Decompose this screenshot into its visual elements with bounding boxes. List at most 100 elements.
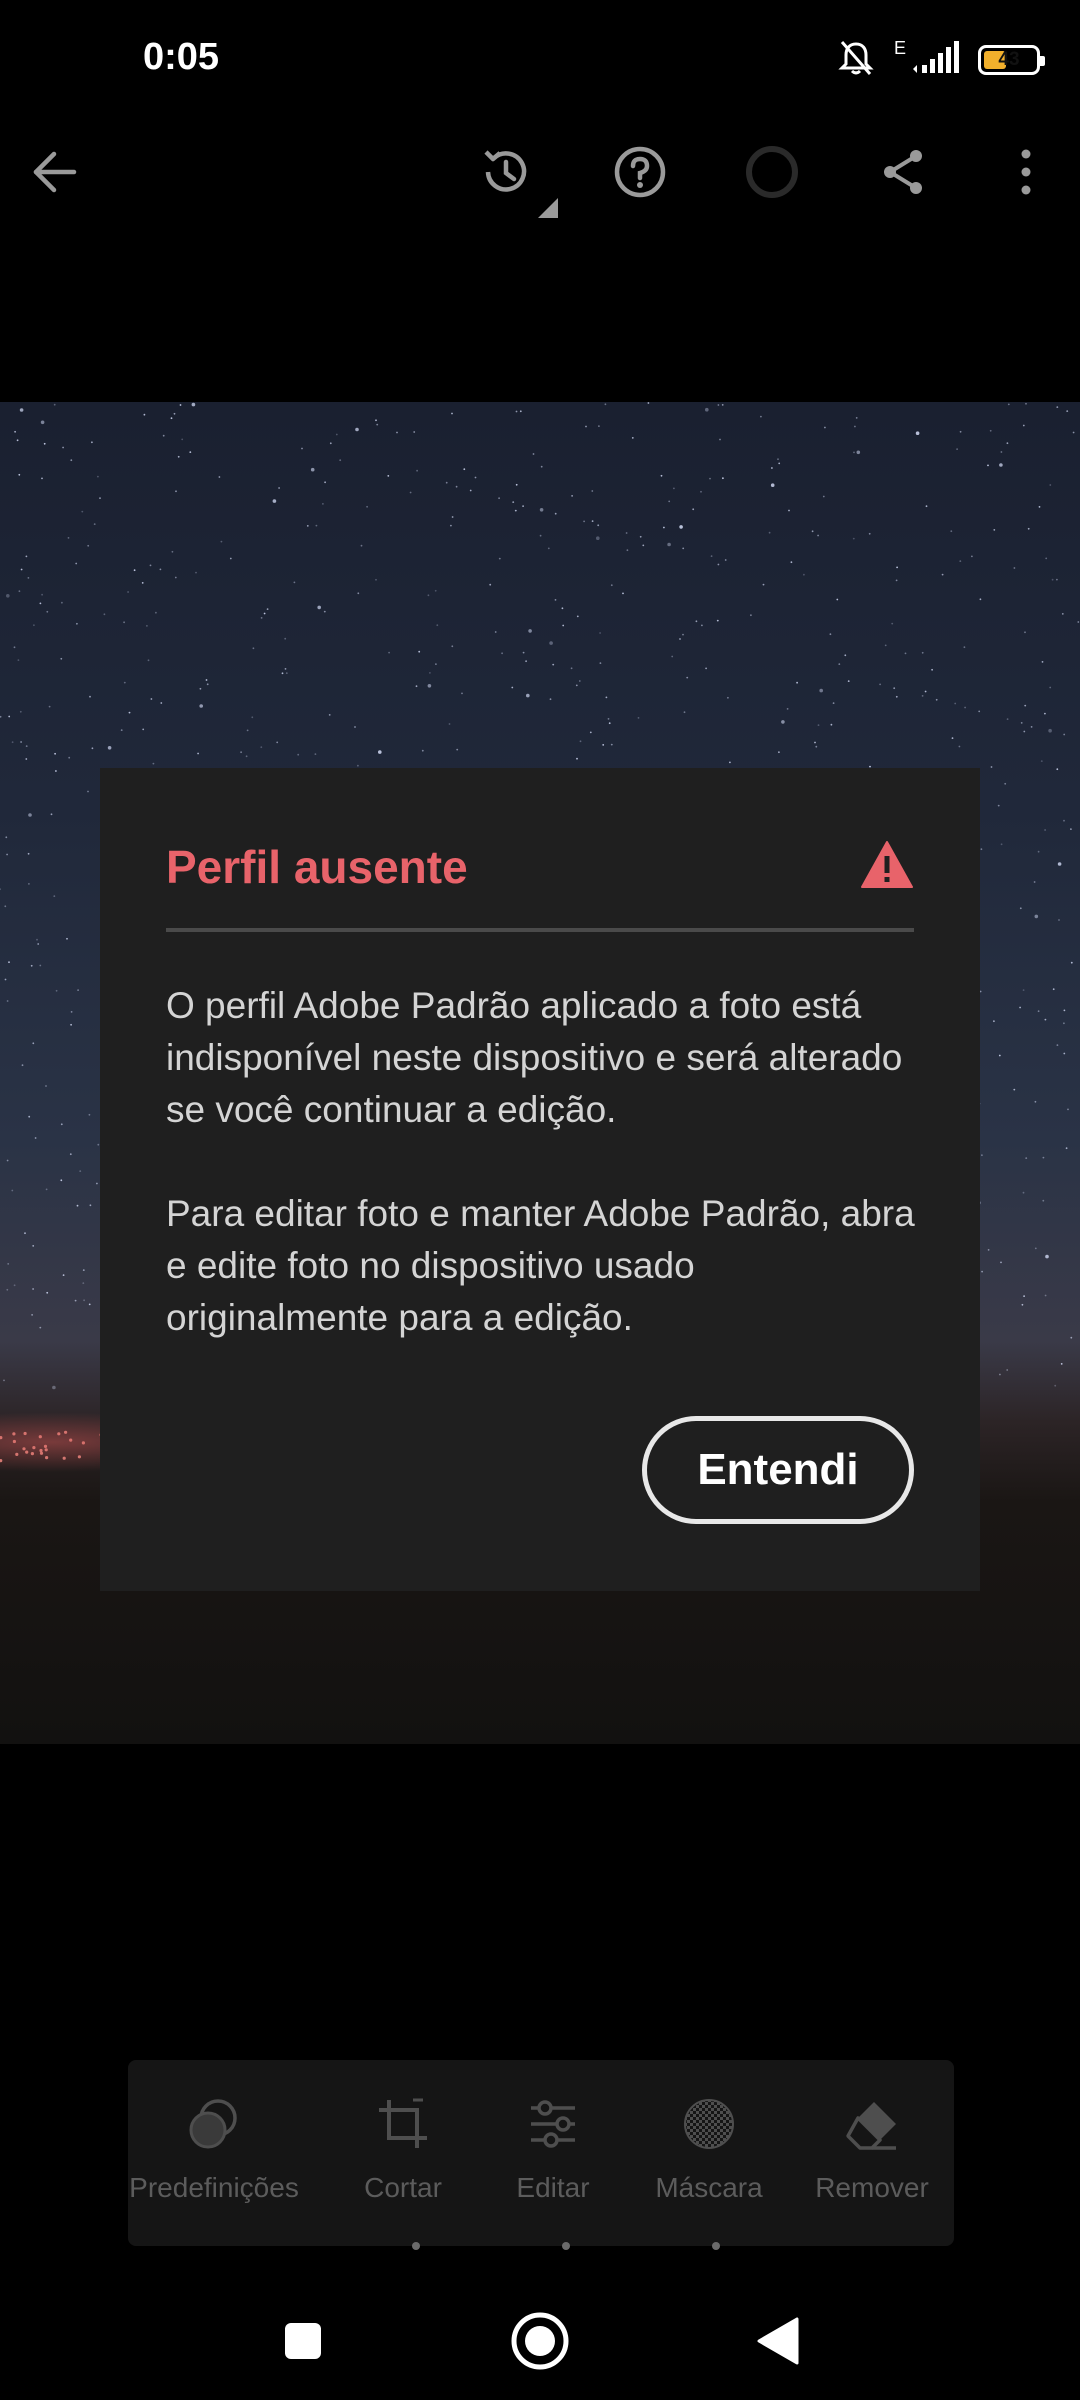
- star: [489, 583, 492, 586]
- star: [61, 601, 63, 604]
- star: [99, 497, 101, 499]
- star: [607, 718, 610, 720]
- star: [817, 534, 819, 537]
- crop-icon: [375, 2096, 431, 2152]
- status-bar: 0:05 E 43: [0, 0, 1080, 120]
- star: [284, 668, 287, 670]
- star: [127, 591, 129, 593]
- dialog-message-2: Para editar foto e manter Adobe Padrão, …: [166, 1193, 915, 1338]
- star: [240, 751, 243, 754]
- star: [575, 684, 578, 687]
- star: [415, 685, 418, 688]
- star: [1024, 631, 1026, 634]
- star: [171, 550, 174, 553]
- star: [625, 532, 628, 534]
- star: [34, 1137, 37, 1139]
- help-icon[interactable]: [610, 142, 670, 202]
- star: [824, 426, 826, 429]
- star: [68, 756, 71, 759]
- tool-edit[interactable]: Editar: [498, 2060, 608, 2246]
- star: [21, 1064, 24, 1067]
- star: [501, 652, 503, 655]
- tool-presets[interactable]: Predefinições: [129, 2060, 299, 2246]
- star: [829, 633, 832, 636]
- star: [36, 938, 38, 941]
- star: [941, 573, 944, 576]
- star: [1049, 686, 1052, 689]
- star: [884, 644, 887, 647]
- star: [705, 667, 707, 670]
- star: [284, 637, 287, 640]
- star: [993, 529, 996, 531]
- star: [378, 750, 382, 754]
- star: [218, 476, 221, 478]
- star: [1070, 961, 1073, 964]
- entendi-button[interactable]: Entendi: [642, 1416, 914, 1524]
- star: [660, 474, 663, 477]
- tool-mask[interactable]: Máscara: [644, 2060, 774, 2246]
- star: [451, 516, 454, 518]
- star: [360, 544, 363, 547]
- warning-icon: [860, 840, 914, 890]
- star: [1063, 1022, 1065, 1025]
- star: [1058, 919, 1060, 921]
- star: [1019, 907, 1022, 910]
- star: [642, 544, 645, 547]
- star: [847, 680, 850, 682]
- star: [717, 404, 720, 406]
- star: [1056, 406, 1059, 408]
- star: [695, 620, 698, 623]
- home-circle-icon[interactable]: [505, 2306, 575, 2376]
- star: [679, 638, 681, 640]
- star: [32, 1042, 35, 1045]
- back-arrow-icon[interactable]: [24, 142, 84, 202]
- tool-remove-label: Remover: [815, 2172, 929, 2203]
- star: [45, 1085, 47, 1087]
- tool-crop[interactable]: Cortar: [348, 2060, 458, 2246]
- star: [750, 614, 752, 617]
- star: [956, 448, 958, 450]
- star: [583, 520, 585, 523]
- back-triangle-icon[interactable]: [742, 2306, 812, 2376]
- star: [40, 420, 45, 425]
- star: [46, 1291, 49, 1294]
- star: [260, 746, 263, 749]
- star: [436, 624, 439, 627]
- star: [375, 419, 377, 422]
- star: [229, 557, 232, 560]
- star: [39, 1326, 42, 1329]
- star: [576, 615, 579, 618]
- star: [599, 632, 601, 634]
- star: [152, 762, 155, 765]
- star: [647, 402, 650, 404]
- star: [1070, 828, 1072, 830]
- star: [1041, 661, 1044, 663]
- more-vertical-icon[interactable]: [996, 142, 1056, 202]
- tool-indicator-dot: [562, 2242, 570, 2250]
- star: [6, 594, 10, 598]
- star: [626, 549, 629, 552]
- star: [191, 402, 196, 407]
- history-icon[interactable]: [476, 142, 536, 202]
- star: [24, 1232, 26, 1235]
- star: [6, 1000, 9, 1002]
- tool-remove[interactable]: Remover: [808, 2060, 936, 2246]
- star: [173, 412, 176, 415]
- star: [663, 526, 665, 529]
- cloud-sync-icon[interactable]: [742, 142, 802, 202]
- star: [195, 571, 197, 574]
- recents-square-icon[interactable]: [268, 2306, 338, 2376]
- share-icon[interactable]: [874, 142, 934, 202]
- star: [97, 475, 99, 478]
- dialog-body: O perfil Adobe Padrão aplicado a foto es…: [166, 980, 920, 1396]
- star: [27, 577, 30, 579]
- star: [387, 475, 390, 477]
- dialog-divider: [166, 928, 914, 932]
- star: [597, 524, 600, 527]
- star: [5, 836, 8, 839]
- star: [6, 853, 8, 856]
- star: [366, 505, 368, 508]
- star: [1048, 728, 1052, 733]
- star: [123, 681, 126, 684]
- star: [671, 655, 674, 658]
